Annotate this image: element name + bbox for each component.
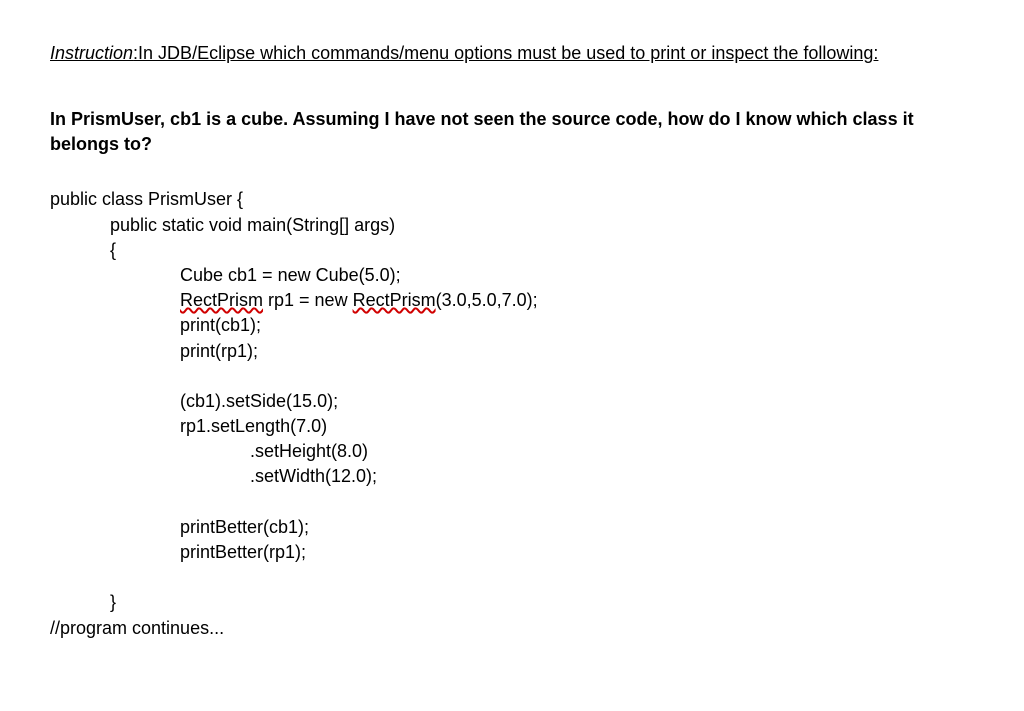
code-line: RectPrism rp1 = new RectPrism(3.0,5.0,7.… <box>50 288 974 313</box>
code-line: } <box>50 590 974 615</box>
code-line: .setHeight(8.0) <box>50 439 974 464</box>
code-line: rp1.setLength(7.0) <box>50 414 974 439</box>
code-text: (3.0,5.0,7.0); <box>436 290 538 310</box>
code-line: print(rp1); <box>50 339 974 364</box>
code-block: public class PrismUser { public static v… <box>50 187 974 640</box>
instruction-label: Instruction <box>50 43 133 63</box>
code-text: rp1 = new <box>263 290 353 310</box>
spellcheck-word: RectPrism <box>180 290 263 310</box>
code-line: Cube cb1 = new Cube(5.0); <box>50 263 974 288</box>
question-text: In PrismUser, cb1 is a cube. Assuming I … <box>50 107 974 157</box>
code-line: .setWidth(12.0); <box>50 464 974 489</box>
code-line: public static void main(String[] args) <box>50 213 974 238</box>
blank-line <box>50 490 974 515</box>
code-line: public class PrismUser { <box>50 187 974 212</box>
code-line: printBetter(cb1); <box>50 515 974 540</box>
code-line: //program continues... <box>50 616 974 641</box>
spellcheck-word: RectPrism <box>353 290 436 310</box>
code-line: { <box>50 238 974 263</box>
instruction-text: :In JDB/Eclipse which commands/menu opti… <box>133 43 878 63</box>
blank-line <box>50 565 974 590</box>
code-line: printBetter(rp1); <box>50 540 974 565</box>
code-line: print(cb1); <box>50 313 974 338</box>
blank-line <box>50 364 974 389</box>
code-line: (cb1).setSide(15.0); <box>50 389 974 414</box>
instruction-heading: Instruction:In JDB/Eclipse which command… <box>50 40 974 67</box>
